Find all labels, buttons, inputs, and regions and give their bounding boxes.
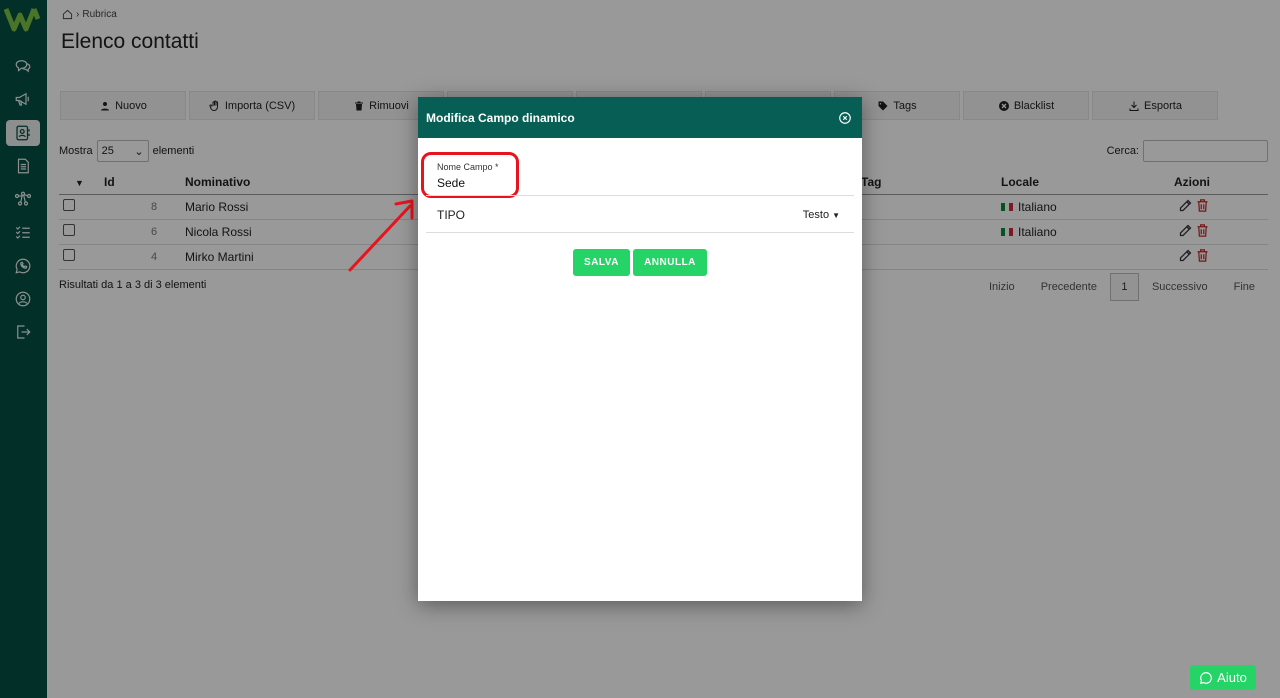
type-label: TIPO: [437, 208, 466, 222]
cancel-button[interactable]: ANNULLA: [633, 249, 707, 276]
type-select[interactable]: Testo ▼: [803, 209, 840, 221]
whatsapp-icon: [1200, 671, 1213, 684]
close-icon[interactable]: [838, 111, 852, 125]
divider: [426, 232, 854, 233]
modal-title: Modifica Campo dinamico: [426, 110, 575, 125]
help-button[interactable]: Aiuto: [1190, 665, 1256, 690]
save-button[interactable]: SALVA: [573, 249, 630, 276]
annotation-highlight: [421, 152, 519, 198]
annotation-arrow: [348, 199, 414, 272]
edit-dynamic-field-modal: Modifica Campo dinamico Nome Campo * Sed…: [418, 97, 862, 601]
divider: [426, 195, 854, 196]
modal-header: Modifica Campo dinamico: [418, 97, 862, 138]
caret-down-icon: ▼: [832, 210, 840, 220]
